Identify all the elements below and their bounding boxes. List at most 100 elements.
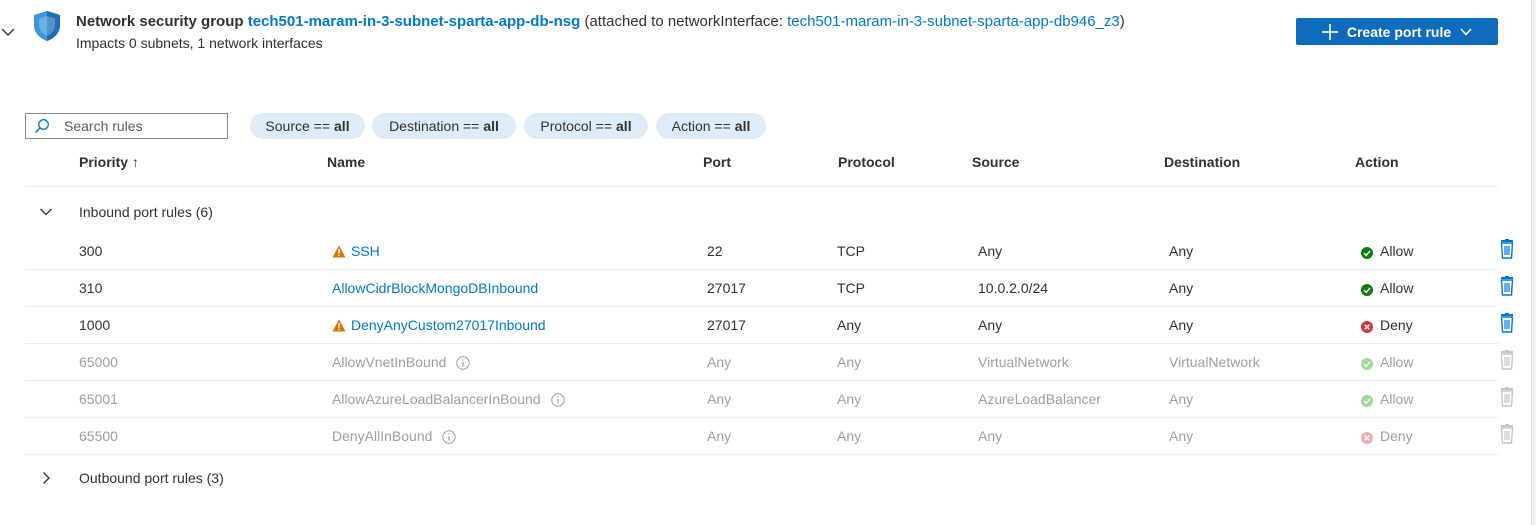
rule-destination: VirtualNetwork [1169,354,1260,370]
rule-name-text: DenyAllInBound [332,428,433,444]
rule-source: AzureLoadBalancer [978,391,1101,407]
plus-icon [1321,23,1338,40]
nsg-header-title: Network security group tech501-maram-in-… [76,13,1125,30]
inbound-group-label[interactable]: Inbound port rules (6) [79,204,213,220]
allow-check-icon [1361,358,1373,370]
rule-port: 27017 [707,280,746,296]
deny-x-icon [1361,432,1373,444]
delete-trash-icon[interactable] [1498,239,1516,259]
rule-action: Allow [1380,391,1414,407]
column-destination[interactable]: Destination [1164,154,1240,170]
header-divider [25,186,1498,187]
collapse-chevron-icon[interactable] [0,24,16,40]
delete-trash-icon [1500,424,1514,444]
create-port-rule-button[interactable]: Create port rule [1296,18,1498,45]
info-icon[interactable] [442,430,457,444]
close-paren: ) [1119,13,1125,30]
allow-check-icon [1361,247,1373,259]
header-prefix: Network security group [76,13,244,30]
column-protocol[interactable]: Protocol [838,154,895,170]
rule-port: 22 [707,243,723,259]
rule-name-link[interactable]: AllowCidrBlockMongoDBInbound [332,280,538,296]
rule-destination: Any [1169,317,1194,333]
table-row[interactable]: 65500 DenyAllInBound Any Any Any Any Den… [25,418,1514,455]
filter-action-label: Action == [671,118,731,134]
table-row[interactable]: 1000 DenyAnyCustom27017Inbound 27017 Any… [25,307,1514,344]
table-row[interactable]: 65000 AllowVnetInBound Any Any VirtualNe… [25,344,1514,381]
table-row[interactable]: 310 AllowCidrBlockMongoDBInbound 27017 T… [25,270,1514,307]
rule-destination: Any [1169,243,1194,259]
rule-action: Allow [1380,243,1414,259]
search-input[interactable] [64,118,214,134]
inbound-expand-chevron-icon[interactable] [39,205,53,219]
warning-icon [332,245,346,258]
search-icon [34,119,49,134]
rule-name-link[interactable]: SSH [351,243,380,259]
filter-action-value: all [734,118,751,134]
rule-source: Any [978,317,1003,333]
delete-trash-icon[interactable] [1498,276,1516,296]
warning-icon [332,319,346,332]
delete-trash-icon [1500,387,1514,407]
impacts-text: Impacts 0 subnets, 1 network interfaces [76,35,323,51]
rule-priority: 300 [79,243,103,259]
rule-priority: 1000 [79,317,111,333]
filter-protocol-label: Protocol == [540,118,613,134]
rule-protocol: Any [837,317,862,333]
rule-protocol: Any [837,354,862,370]
shield-icon [34,11,60,41]
rule-priority: 65500 [79,428,118,444]
filter-protocol-pill[interactable]: Protocol == all [524,113,648,139]
outbound-group-label[interactable]: Outbound port rules (3) [79,470,224,486]
allow-check-icon [1361,395,1373,407]
table-row[interactable]: 65001 AllowAzureLoadBalancerInBound Any … [25,381,1514,418]
rule-protocol: Any [837,428,862,444]
nsg-name-link[interactable]: tech501-maram-in-3-subnet-sparta-app-db-… [248,13,581,30]
nic-name-link[interactable]: tech501-maram-in-3-subnet-sparta-app-db9… [787,13,1120,30]
create-port-rule-label: Create port rule [1346,23,1452,40]
rule-destination: Any [1169,280,1194,296]
column-source[interactable]: Source [972,154,1019,170]
rule-name-text: AllowVnetInBound [332,354,447,370]
rule-priority: 310 [79,280,103,296]
rule-source: VirtualNetwork [978,354,1069,370]
rule-name: AllowVnetInBound [332,354,471,370]
rule-name-text: AllowAzureLoadBalancerInBound [332,391,541,407]
info-icon[interactable] [550,393,565,407]
rule-action: Deny [1380,317,1413,333]
rule-action: Allow [1380,280,1414,296]
rule-priority: 65000 [79,354,118,370]
rule-source: Any [978,243,1003,259]
filter-protocol-value: all [616,118,632,134]
rule-port: Any [707,428,732,444]
column-name[interactable]: Name [327,154,365,170]
rule-port: Any [707,391,732,407]
delete-trash-icon [1500,350,1514,370]
filter-action-pill[interactable]: Action == all [656,113,766,139]
filter-destination-label: Destination == [389,118,480,134]
rule-name: DenyAllInBound [332,428,457,444]
filter-source-pill[interactable]: Source == all [250,113,365,139]
deny-x-icon [1361,321,1373,333]
table-row[interactable]: 300 SSH 22 TCP Any Any Allow [25,233,1514,270]
rule-name-link[interactable]: DenyAnyCustom27017Inbound [351,317,546,333]
filter-destination-pill[interactable]: Destination == all [372,113,516,139]
allow-check-icon [1361,284,1373,296]
filter-destination-value: all [483,118,499,134]
rule-source: 10.0.2.0/24 [978,280,1049,296]
column-priority[interactable]: Priority ↑ [79,154,139,170]
rule-name: AllowAzureLoadBalancerInBound [332,391,565,407]
attached-text: (attached to networkInterface: [584,13,783,30]
outbound-expand-chevron-icon[interactable] [39,471,53,485]
delete-trash-icon[interactable] [1498,313,1516,333]
chevron-down-icon [1460,27,1472,36]
rule-protocol: Any [837,391,862,407]
rule-priority: 65001 [79,391,118,407]
info-icon[interactable] [456,356,471,370]
vertical-scrollbar[interactable] [1531,0,1536,525]
column-port[interactable]: Port [703,154,731,170]
rule-port: Any [707,354,732,370]
search-box[interactable] [25,113,228,139]
column-action[interactable]: Action [1355,154,1399,170]
filter-source-label: Source == [265,118,331,134]
